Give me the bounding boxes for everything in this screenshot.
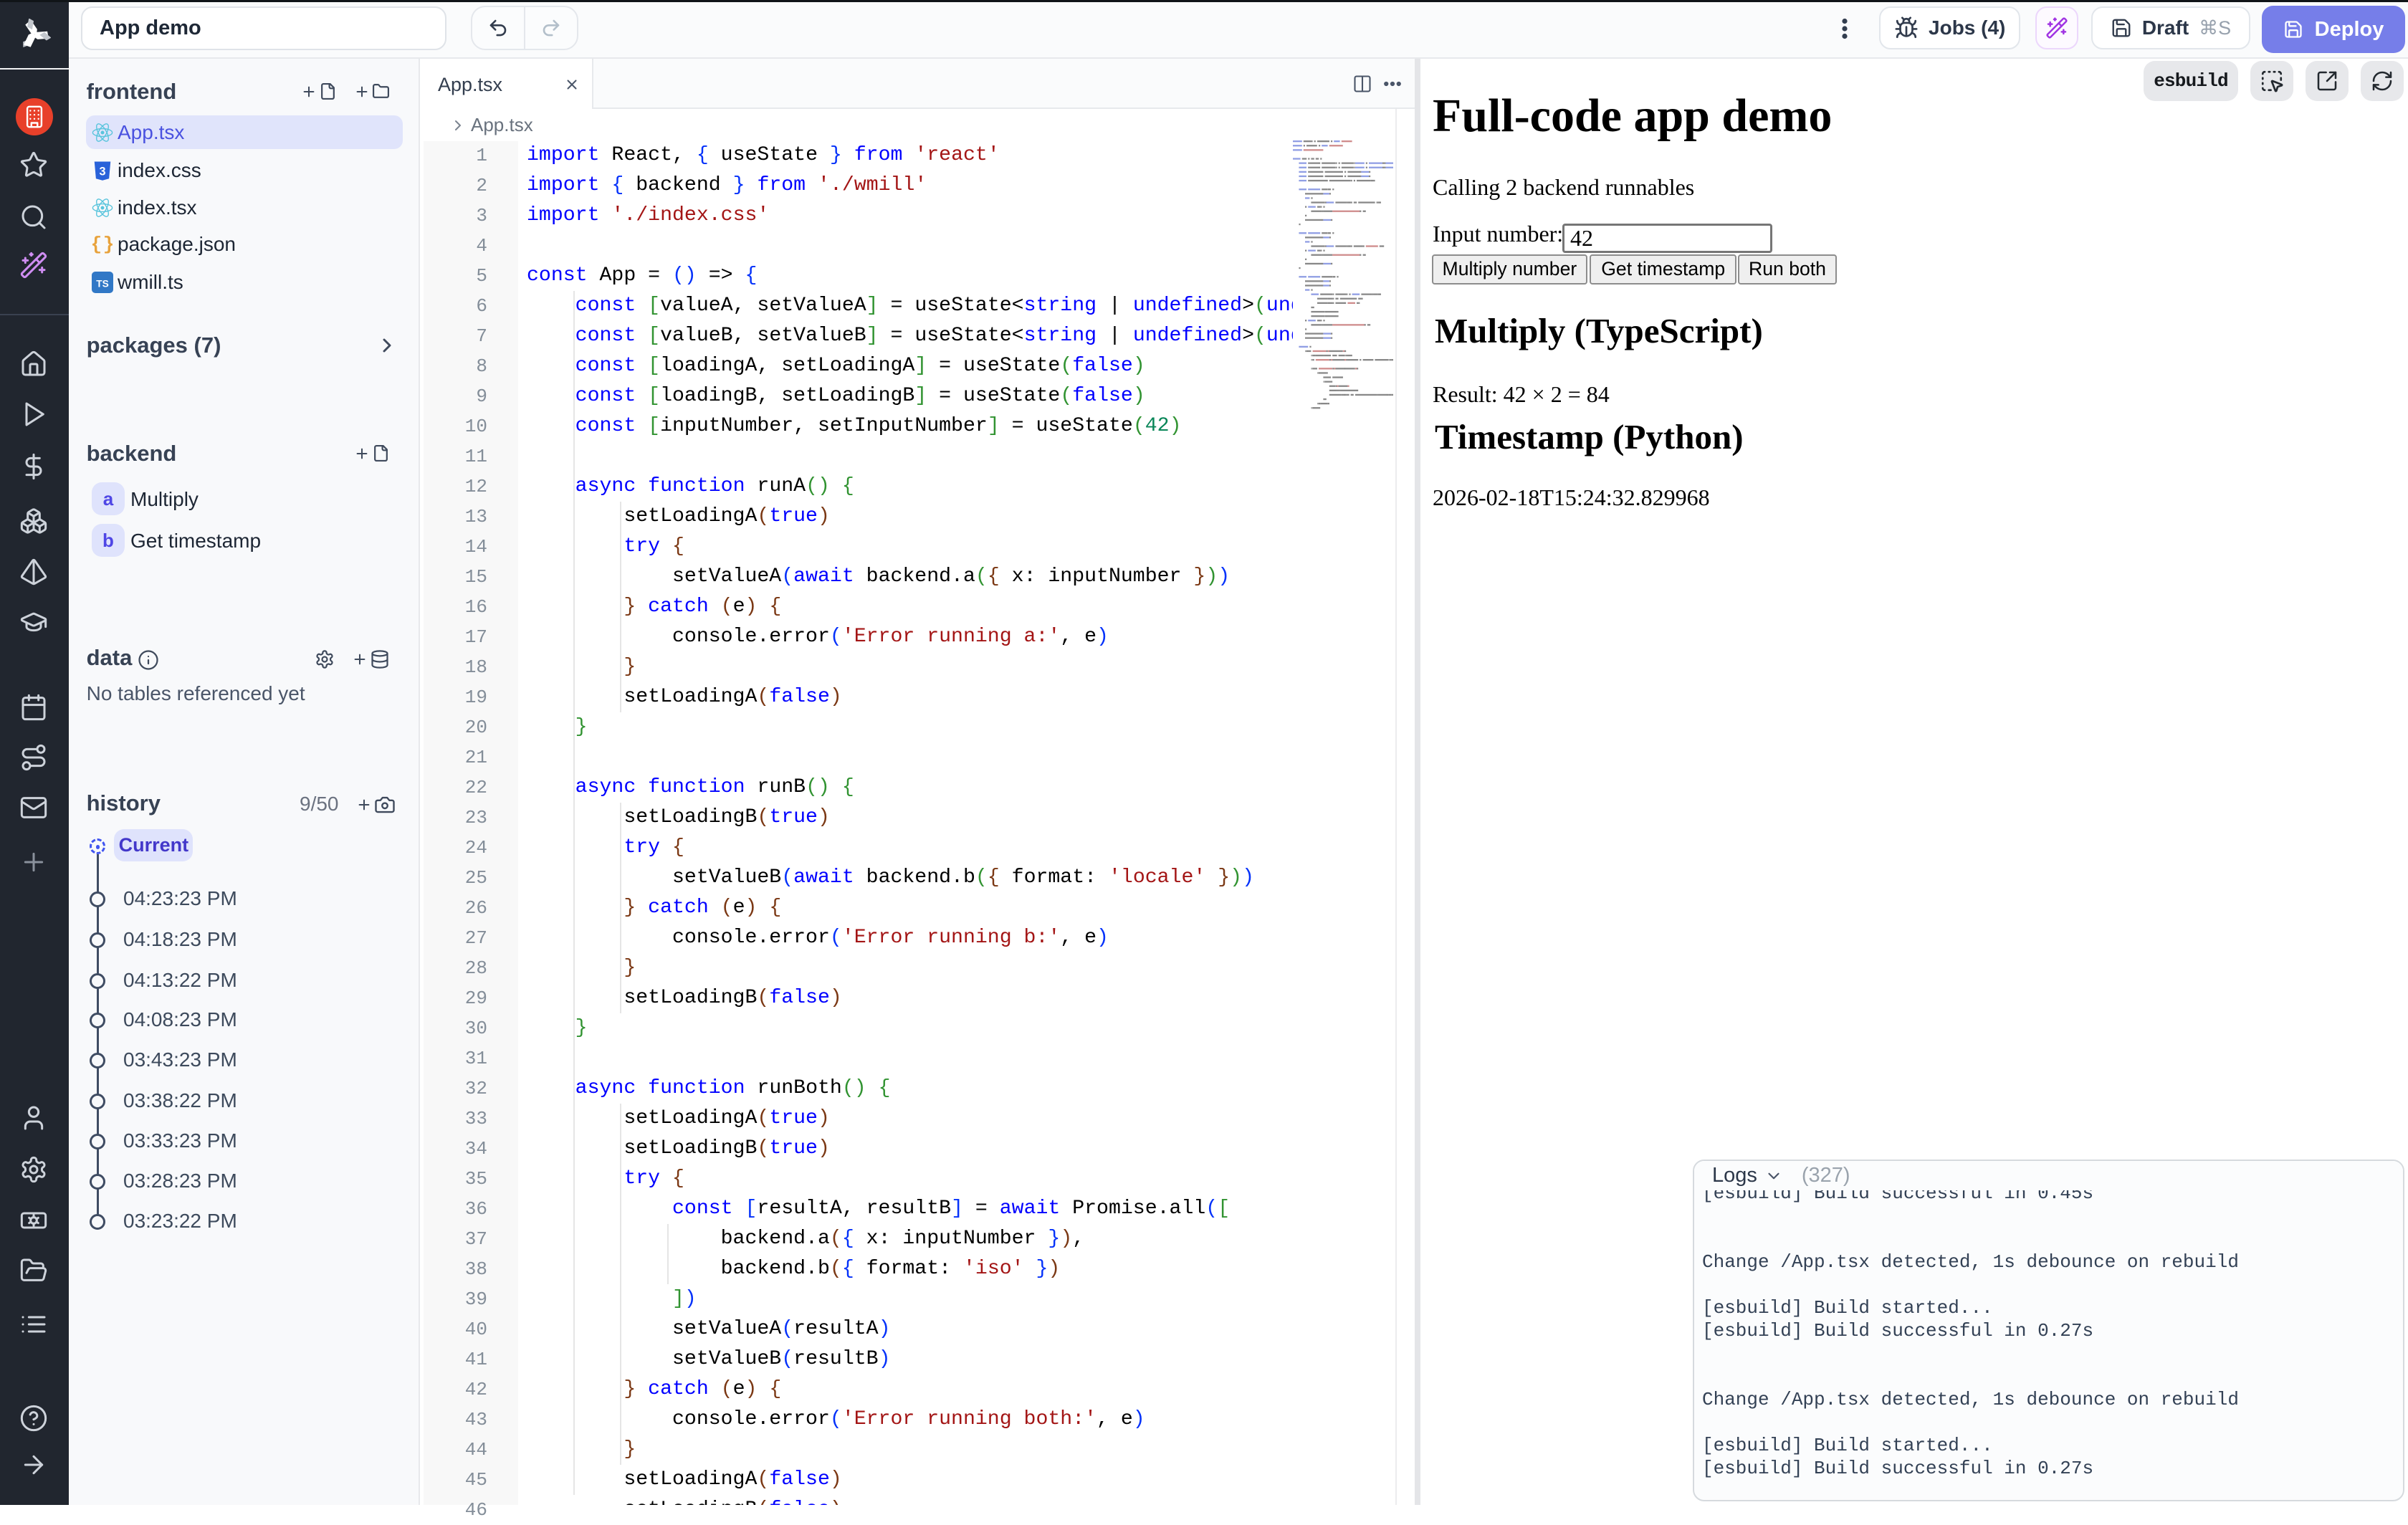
svg-text:3: 3 — [99, 165, 105, 178]
svg-text:TS: TS — [96, 278, 109, 289]
